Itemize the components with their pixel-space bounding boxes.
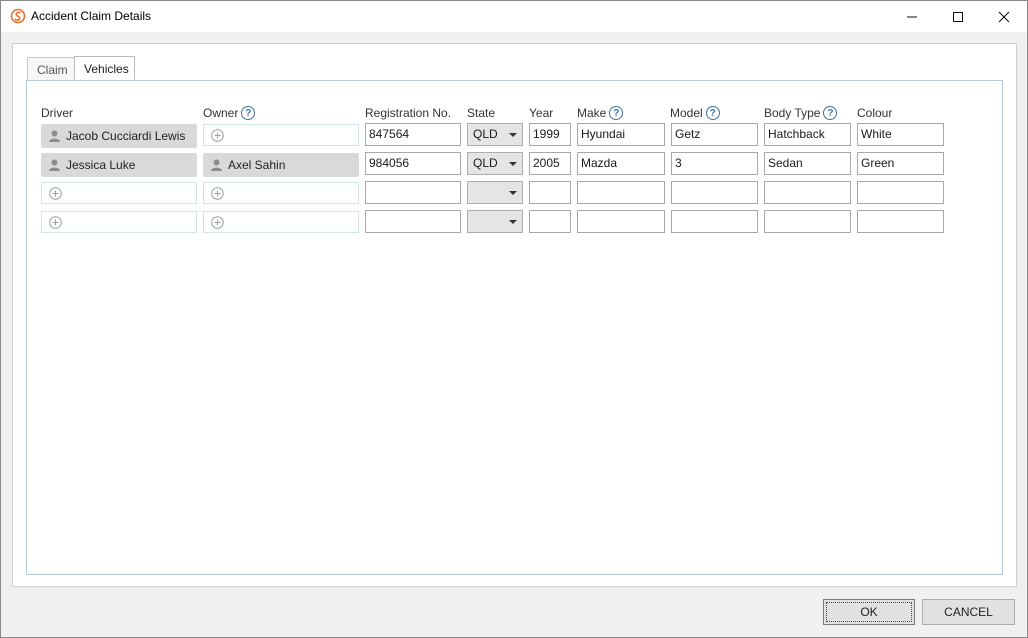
driver-add-field[interactable] [41,182,197,204]
state-select[interactable]: QLD [467,123,523,146]
state-select[interactable]: QLD [467,152,523,175]
driver-name: Jessica Luke [66,158,136,172]
owner-chip[interactable]: Axel Sahin [203,153,359,177]
owner-add-field[interactable] [203,182,359,204]
make-input[interactable]: Hyundai [577,123,665,146]
model-input[interactable] [671,210,758,233]
owner-help-icon[interactable]: ? [241,106,256,120]
header-registration: Registration No. [365,106,452,120]
minimize-icon [907,16,917,17]
close-icon [998,11,1010,22]
header-owner: Owner? [203,106,256,120]
person-icon [49,159,60,171]
registration-input[interactable] [365,210,461,233]
make-input[interactable]: Mazda [577,152,665,175]
dropdown-caret-icon [509,133,517,137]
body-type-input[interactable] [764,210,851,233]
colour-input[interactable]: Green [857,152,944,175]
header-body-type: Body Type? [764,106,838,120]
header-state: State [467,106,496,120]
year-input[interactable] [529,210,571,233]
window-title: Accident Claim Details [31,9,152,23]
registration-input[interactable]: 847564 [365,123,461,146]
add-circle-icon [49,215,62,229]
close-button[interactable] [981,1,1027,32]
person-icon [211,159,222,171]
driver-name: Jacob Cucciardi Lewis [66,129,186,143]
minimize-button[interactable] [889,1,935,32]
add-circle-icon [49,186,62,200]
app-logo-icon [10,8,26,24]
make-help-icon[interactable]: ? [609,106,624,120]
header-colour: Colour [857,106,893,120]
model-help-icon[interactable]: ? [705,106,720,120]
driver-add-field[interactable] [41,211,197,233]
cancel-button[interactable]: CANCEL [922,599,1015,625]
header-make: Make? [577,106,624,120]
maximize-icon [953,11,963,22]
tab-vehicles[interactable]: Vehicles [74,56,135,80]
colour-input[interactable] [857,181,944,204]
add-circle-icon [211,128,224,142]
driver-chip[interactable]: Jessica Luke [41,153,197,177]
state-select[interactable] [467,181,523,204]
owner-add-field[interactable] [203,211,359,233]
owner-add-field[interactable] [203,124,359,146]
registration-input[interactable] [365,181,461,204]
driver-chip[interactable]: Jacob Cucciardi Lewis [41,124,197,148]
registration-input[interactable]: 984056 [365,152,461,175]
header-driver: Driver [41,106,73,120]
model-input[interactable] [671,181,758,204]
header-model: Model? [670,106,720,120]
year-input[interactable] [529,181,571,204]
make-input[interactable] [577,181,665,204]
make-input[interactable] [577,210,665,233]
owner-name: Axel Sahin [228,158,286,172]
body-type-help-icon[interactable]: ? [823,106,838,120]
year-input[interactable]: 1999 [529,123,571,146]
state-select[interactable] [467,210,523,233]
body-type-input[interactable] [764,181,851,204]
model-input[interactable]: Getz [671,123,758,146]
year-input[interactable]: 2005 [529,152,571,175]
tab-claim[interactable]: Claim [27,57,75,80]
add-circle-icon [211,186,224,200]
add-circle-icon [211,215,224,229]
title-bar: Accident Claim Details [1,1,1027,32]
person-icon [49,130,60,142]
maximize-button[interactable] [935,1,981,32]
model-input[interactable]: 3 [671,152,758,175]
body-type-input[interactable]: Sedan [764,152,851,175]
dropdown-caret-icon [509,162,517,166]
body-type-input[interactable]: Hatchback [764,123,851,146]
colour-input[interactable]: White [857,123,944,146]
header-year: Year [529,106,554,120]
colour-input[interactable] [857,210,944,233]
dropdown-caret-icon [509,220,517,224]
dropdown-caret-icon [509,191,517,195]
ok-button[interactable]: OK [823,599,915,625]
